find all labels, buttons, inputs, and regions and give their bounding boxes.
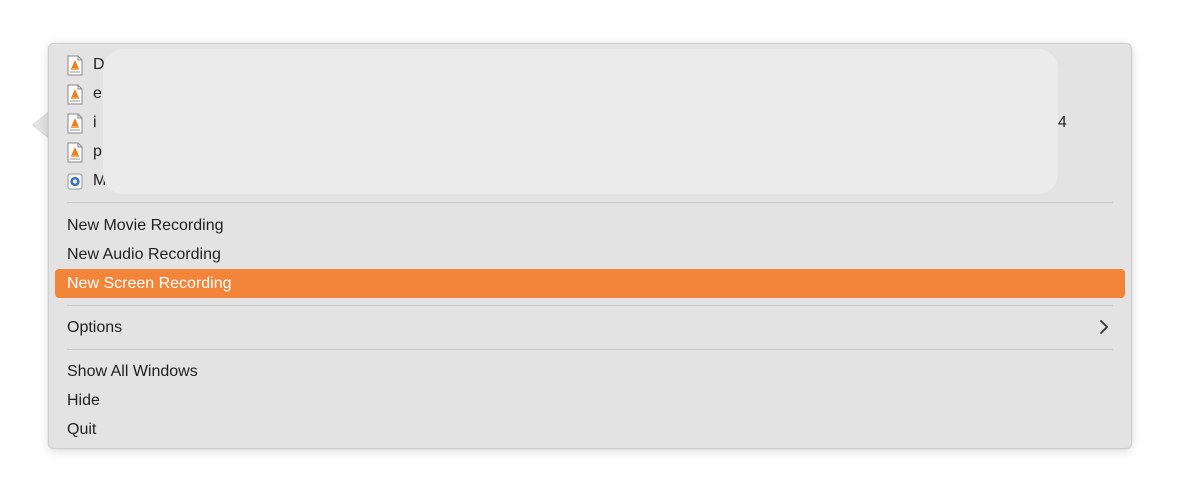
menu-item-label: New Audio Recording bbox=[67, 245, 221, 263]
recent-file-name: i bbox=[93, 114, 97, 131]
chevron-right-icon bbox=[1097, 319, 1111, 335]
recent-file-name: p bbox=[93, 143, 102, 160]
menu-item-label: Options bbox=[67, 318, 123, 336]
video-file-icon bbox=[67, 55, 83, 76]
recent-files-section: D e 4 bbox=[49, 44, 1131, 196]
options-submenu-item[interactable]: Options bbox=[55, 313, 1125, 342]
menu-item-label: Show All Windows bbox=[67, 362, 198, 380]
menu-item-label: New Movie Recording bbox=[67, 216, 224, 234]
hide-item[interactable]: Hide bbox=[55, 386, 1125, 415]
menu-item-label: Quit bbox=[67, 420, 97, 438]
video-file-icon bbox=[67, 142, 83, 163]
video-file-icon bbox=[67, 84, 83, 105]
new-movie-recording-item[interactable]: New Movie Recording bbox=[55, 211, 1125, 240]
dock-context-menu: D e 4 bbox=[48, 43, 1132, 449]
redacted-area bbox=[103, 49, 1058, 194]
quit-item[interactable]: Quit bbox=[55, 415, 1125, 444]
recent-file-item[interactable]: i bbox=[67, 110, 97, 136]
recent-file-item[interactable]: p bbox=[67, 139, 102, 165]
menu-item-label: New Screen Recording bbox=[67, 274, 232, 292]
recent-file-item[interactable]: e bbox=[67, 81, 102, 107]
recent-file-item[interactable]: M bbox=[67, 168, 106, 194]
menu-separator bbox=[67, 349, 1113, 350]
quicktime-icon bbox=[67, 171, 83, 192]
menu-separator bbox=[67, 202, 1113, 203]
show-all-windows-item[interactable]: Show All Windows bbox=[55, 357, 1125, 386]
recent-file-item[interactable]: D bbox=[67, 52, 105, 78]
video-file-icon bbox=[67, 113, 83, 134]
new-audio-recording-item[interactable]: New Audio Recording bbox=[55, 240, 1125, 269]
new-screen-recording-item[interactable]: New Screen Recording bbox=[55, 269, 1125, 298]
menu-item-label: Hide bbox=[67, 391, 100, 409]
menu-separator bbox=[67, 305, 1113, 306]
menu-pointer bbox=[33, 112, 49, 138]
recent-file-name: e bbox=[93, 85, 102, 102]
